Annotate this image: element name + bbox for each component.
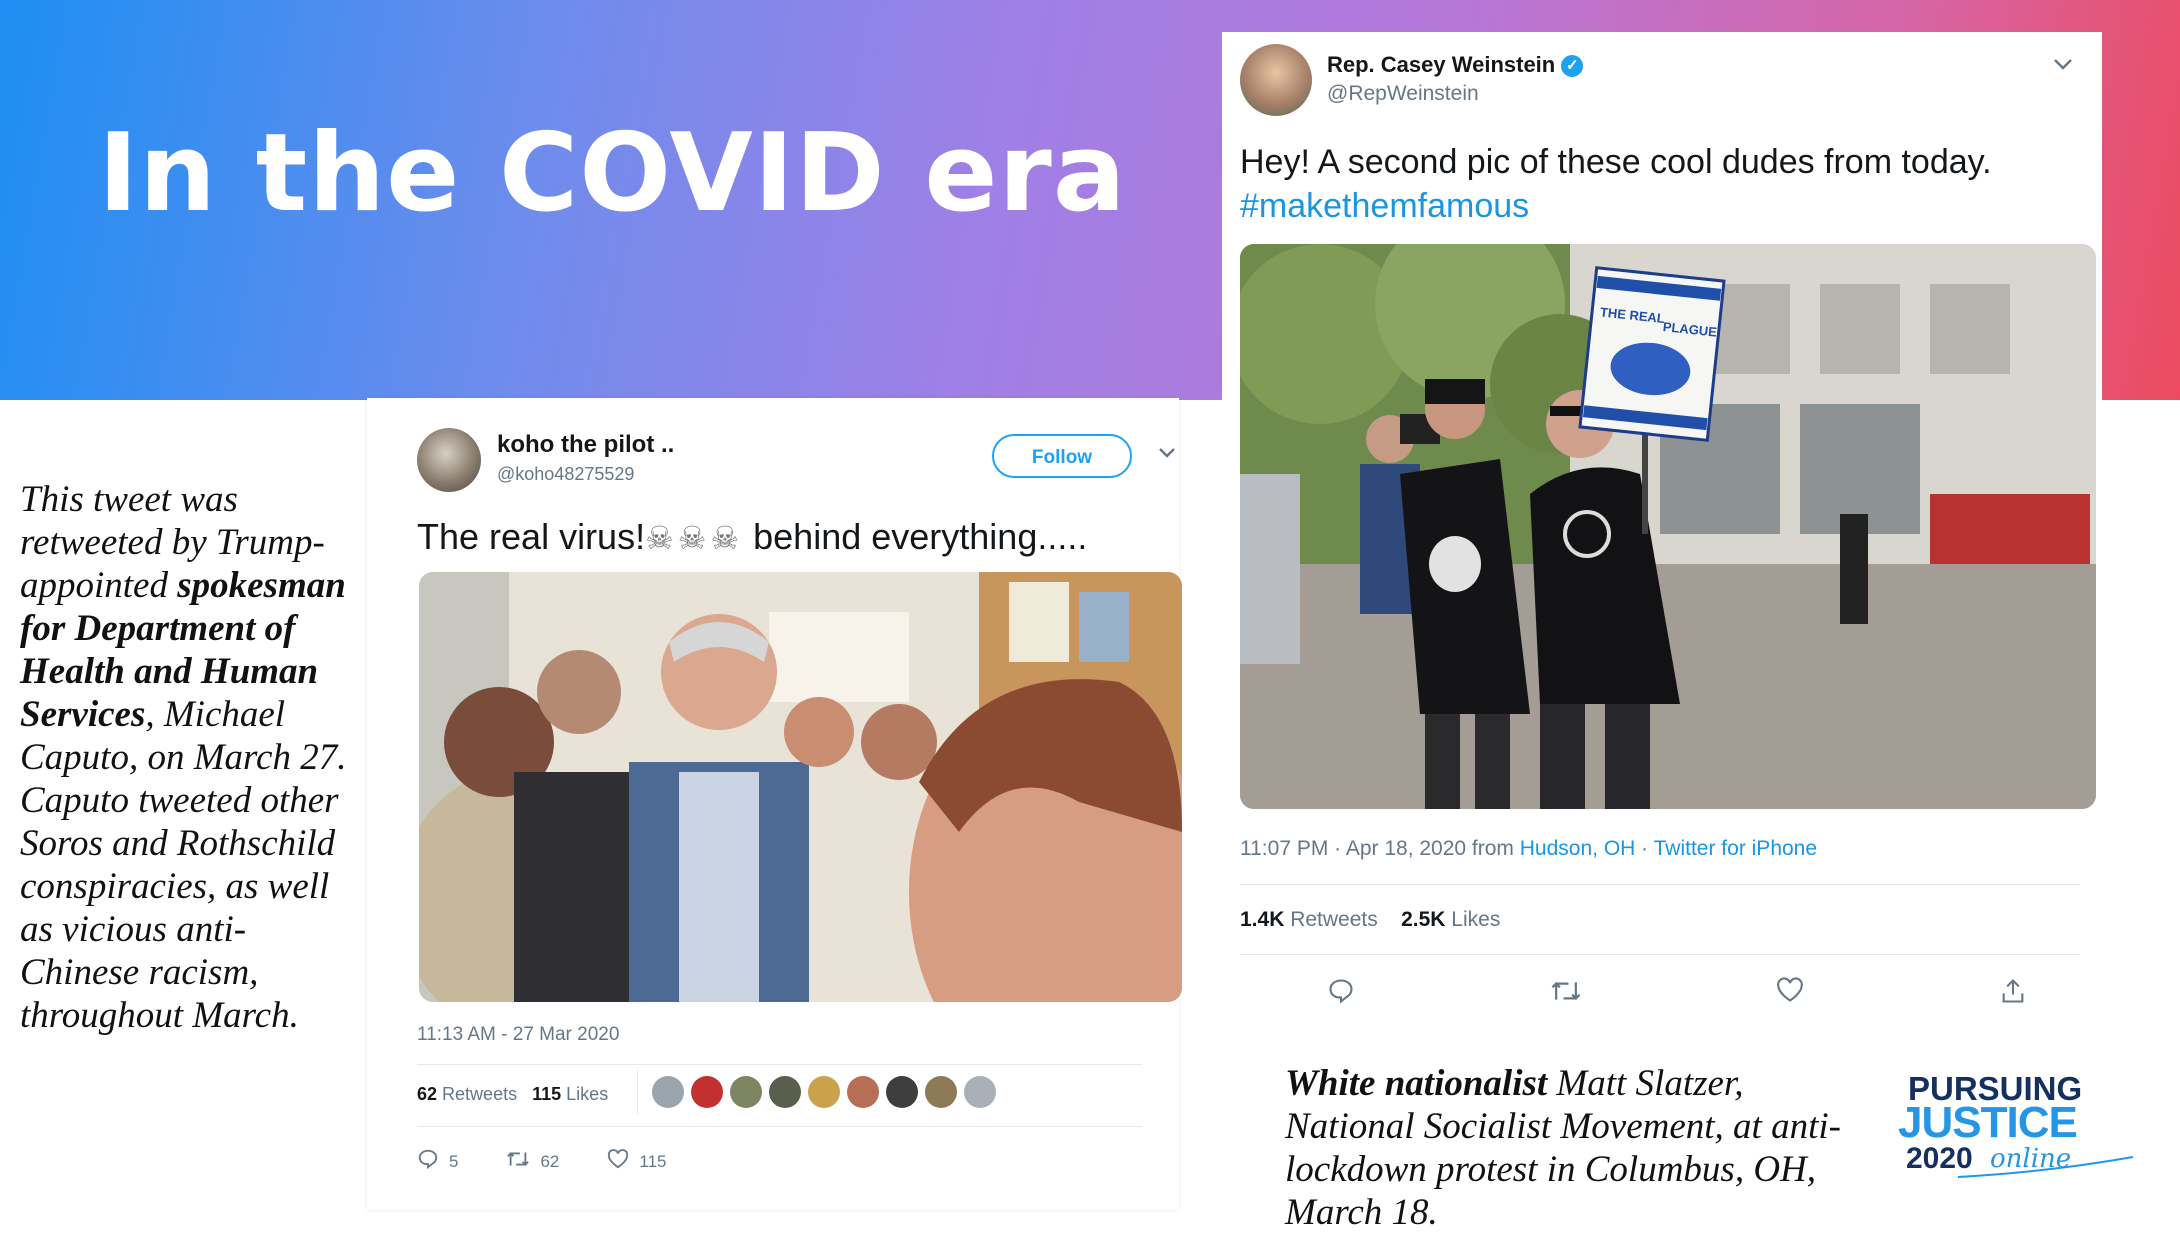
tweet-author-handle[interactable]: @koho48275529: [497, 464, 634, 485]
logo-line2: JUSTICE: [1898, 1098, 2078, 1147]
tweet-author-name-text: Rep. Casey Weinstein: [1327, 52, 1556, 77]
likes-label[interactable]: Likes: [1451, 908, 1500, 931]
hashtag-link[interactable]: #makethemfamous: [1240, 187, 1529, 225]
liker-avatar[interactable]: [691, 1076, 723, 1108]
reply-count: 5: [449, 1152, 459, 1171]
retweet-button[interactable]: 62: [506, 1148, 559, 1176]
retweet-icon: [506, 1148, 530, 1176]
share-icon[interactable]: [1999, 977, 2027, 1012]
left-caption-rest: , Michael Caputo, on March 27. Caputo tw…: [20, 694, 347, 1036]
tweet-photo[interactable]: [419, 572, 1182, 1002]
divider: [1240, 884, 2080, 885]
likes-label[interactable]: Likes: [566, 1084, 608, 1104]
liker-avatar[interactable]: [886, 1076, 918, 1108]
reply-icon[interactable]: [1327, 977, 1355, 1012]
tweet-actions: 5 62 115: [417, 1148, 667, 1176]
likes-count[interactable]: 2.5K: [1401, 908, 1445, 931]
location-link[interactable]: Hudson, OH: [1520, 837, 1636, 860]
liker-avatar[interactable]: [769, 1076, 801, 1108]
like-button[interactable]: 115: [607, 1149, 667, 1175]
chevron-down-icon[interactable]: [2052, 50, 2074, 78]
divider: [1240, 954, 2080, 955]
chevron-down-icon[interactable]: [1157, 440, 1177, 466]
verified-badge-icon: ✓: [1561, 55, 1584, 78]
divider: [417, 1064, 1142, 1065]
divider: [417, 1126, 1142, 1127]
follow-button[interactable]: Follow: [992, 434, 1132, 478]
retweets-count[interactable]: 62: [417, 1084, 437, 1104]
tweet-text: Hey! A second pic of these cool dudes fr…: [1240, 140, 2080, 228]
tweet-timestamp[interactable]: 11:13 AM - 27 Mar 2020: [417, 1024, 619, 1046]
tweet-meta: 11:07 PM · Apr 18, 2020 from Hudson, OH …: [1240, 837, 1817, 861]
right-caption: White nationalist Matt Slatzer, National…: [1285, 1062, 1845, 1234]
right-caption-bold: White nationalist: [1285, 1063, 1548, 1104]
liker-avatars: [652, 1076, 996, 1108]
heart-icon: [607, 1149, 629, 1175]
like-count: 115: [639, 1152, 667, 1171]
liker-avatar[interactable]: [964, 1076, 996, 1108]
avatar[interactable]: [417, 428, 481, 492]
tweet-actions: [1327, 977, 2027, 1012]
pursuing-justice-logo: PURSUING JUSTICE 2020 online: [1898, 1070, 2138, 1180]
tweet-text-end: behind everything.....: [743, 516, 1088, 557]
liker-avatar[interactable]: [730, 1076, 762, 1108]
avatar[interactable]: [1240, 44, 1312, 116]
retweets-label[interactable]: Retweets: [1290, 908, 1378, 931]
meta-separator: ·: [1635, 837, 1654, 860]
tweet-time[interactable]: 11:07 PM · Apr 18, 2020 from: [1240, 837, 1520, 860]
skull-emoji-icon: ☠☠☠: [645, 520, 744, 556]
liker-avatar[interactable]: [925, 1076, 957, 1108]
tweet-text-start: The real virus!: [417, 516, 646, 557]
left-caption: This tweet was retweeted by Trump-appoin…: [20, 478, 350, 1037]
tweet-photo[interactable]: THE REAL PLAGUE: [1240, 244, 2096, 809]
stats-separator: [637, 1070, 638, 1114]
liker-avatar[interactable]: [808, 1076, 840, 1108]
liker-avatar[interactable]: [847, 1076, 879, 1108]
slide-title: In the COVID era: [98, 111, 1127, 236]
retweet-count: 62: [540, 1152, 560, 1171]
tweet-text: The real virus!☠☠☠ behind everything....…: [417, 516, 1087, 558]
tweet-weinstein: Rep. Casey Weinstein ✓ @RepWeinstein Hey!…: [1222, 32, 2102, 1037]
likes-count[interactable]: 115: [532, 1084, 561, 1104]
retweet-icon[interactable]: [1550, 977, 1582, 1012]
reply-icon: [417, 1148, 439, 1176]
logo-swoosh-icon: [1958, 1156, 2134, 1178]
tweet-stats: 62 Retweets 115 Likes: [417, 1084, 608, 1105]
source-link[interactable]: Twitter for iPhone: [1654, 837, 1817, 860]
tweet-body: Hey! A second pic of these cool dudes fr…: [1240, 143, 1992, 181]
retweets-count[interactable]: 1.4K: [1240, 908, 1284, 931]
tweet-author-handle[interactable]: @RepWeinstein: [1327, 82, 1479, 106]
reply-button[interactable]: 5: [417, 1148, 458, 1176]
tweet-author-name[interactable]: koho the pilot ..: [497, 431, 674, 459]
liker-avatar[interactable]: [652, 1076, 684, 1108]
tweet-author-name[interactable]: Rep. Casey Weinstein ✓: [1327, 52, 1584, 78]
retweets-label[interactable]: Retweets: [442, 1084, 517, 1104]
heart-icon[interactable]: [1776, 977, 1804, 1012]
tweet-koho: koho the pilot .. @koho48275529 Follow T…: [367, 398, 1182, 1210]
tweet-stats: 1.4K Retweets 2.5K Likes: [1240, 908, 1500, 932]
